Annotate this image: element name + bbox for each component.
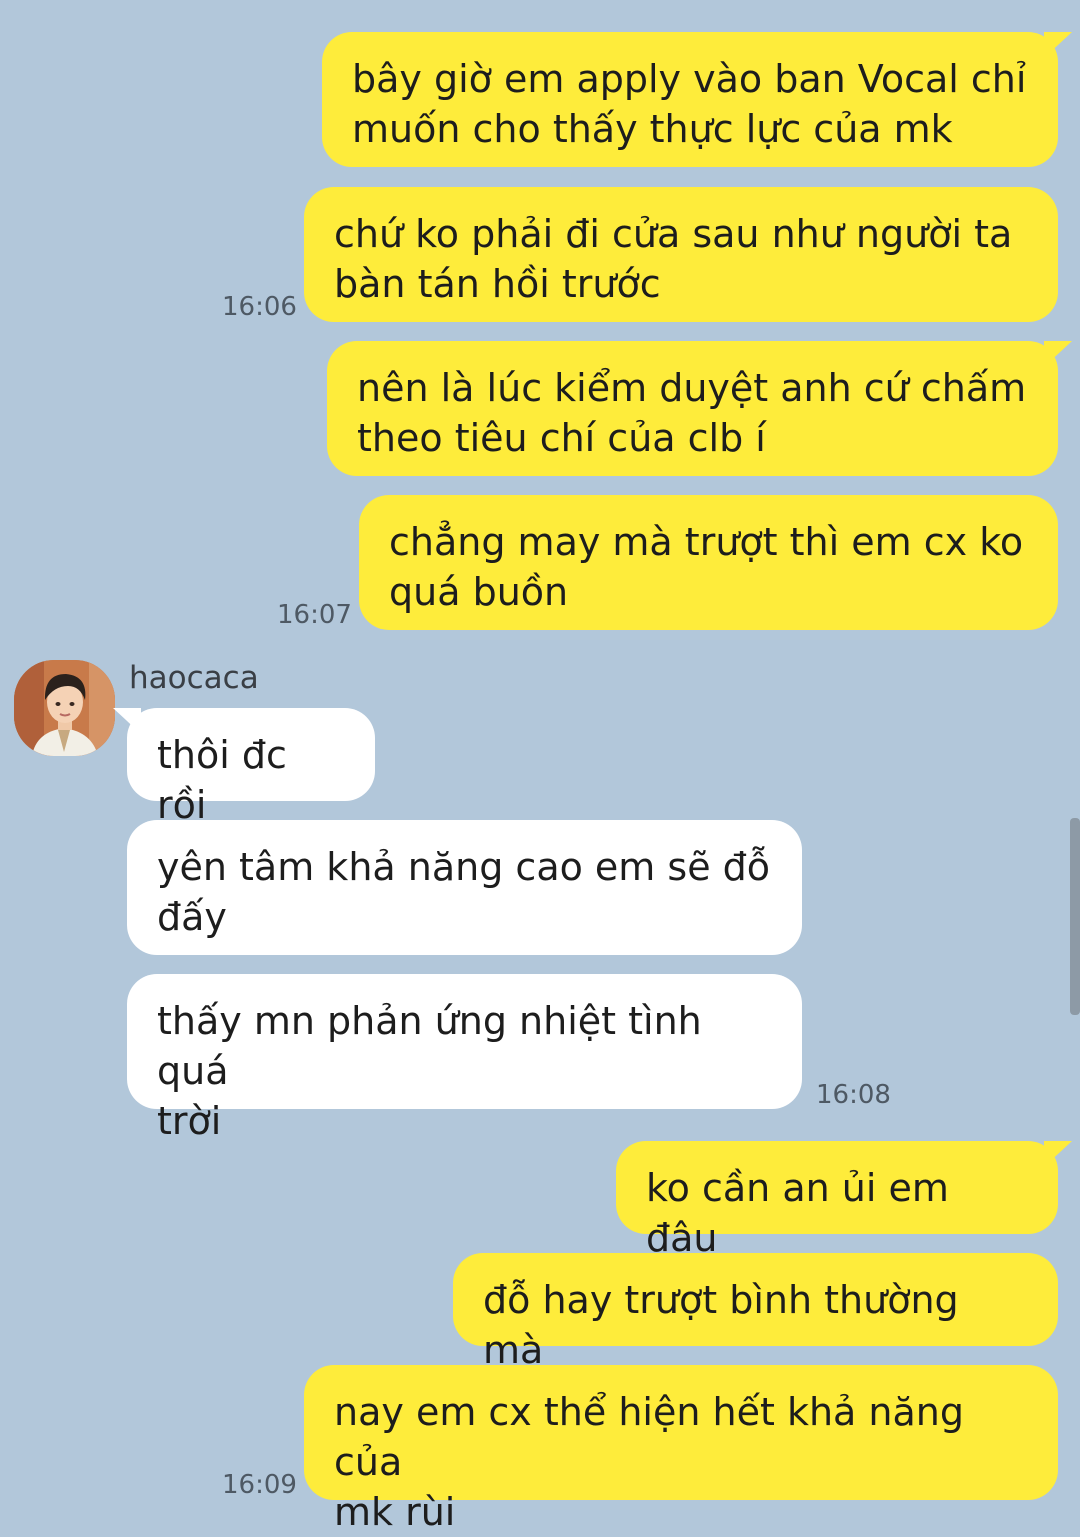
message-bubble-incoming[interactable]: thôi đc rồi bbox=[113, 708, 375, 827]
message-bubble-outgoing[interactable]: nên là lúc kiểm duyệt anh cứ chấm theo t… bbox=[327, 341, 1072, 476]
message-bubble-outgoing[interactable]: đỗ hay trượt bình thường mà bbox=[453, 1253, 1058, 1372]
message-bubble-incoming[interactable]: yên tâm khả năng cao em sẽ đỗ đấy bbox=[127, 820, 802, 955]
sender-name: haocaca bbox=[129, 660, 259, 696]
user-photo-avatar-icon bbox=[14, 660, 115, 756]
message-bubble-outgoing[interactable]: nay em cx thể hiện hết khả năng của mk r… bbox=[304, 1365, 1058, 1534]
message-timestamp: 16:08 bbox=[816, 1080, 891, 1110]
message-timestamp: 16:09 bbox=[222, 1470, 297, 1500]
message-bubble-incoming[interactable]: thấy mn phản ứng nhiệt tình quá trời bbox=[127, 974, 802, 1143]
message-timestamp: 16:06 bbox=[222, 292, 297, 322]
message-bubble-outgoing[interactable]: chứ ko phải đi cửa sau như người ta bàn … bbox=[304, 187, 1058, 322]
message-bubble-outgoing[interactable]: ko cần an ủi em đâu bbox=[616, 1141, 1072, 1260]
message-bubble-outgoing[interactable]: bây giờ em apply vào ban Vocal chỉ muốn … bbox=[322, 32, 1072, 167]
sender-avatar[interactable] bbox=[14, 660, 115, 756]
message-bubble-outgoing[interactable]: chẳng may mà trượt thì em cx ko quá buồn bbox=[359, 495, 1058, 630]
scrollbar[interactable] bbox=[1070, 818, 1080, 1015]
message-timestamp: 16:07 bbox=[277, 600, 352, 630]
